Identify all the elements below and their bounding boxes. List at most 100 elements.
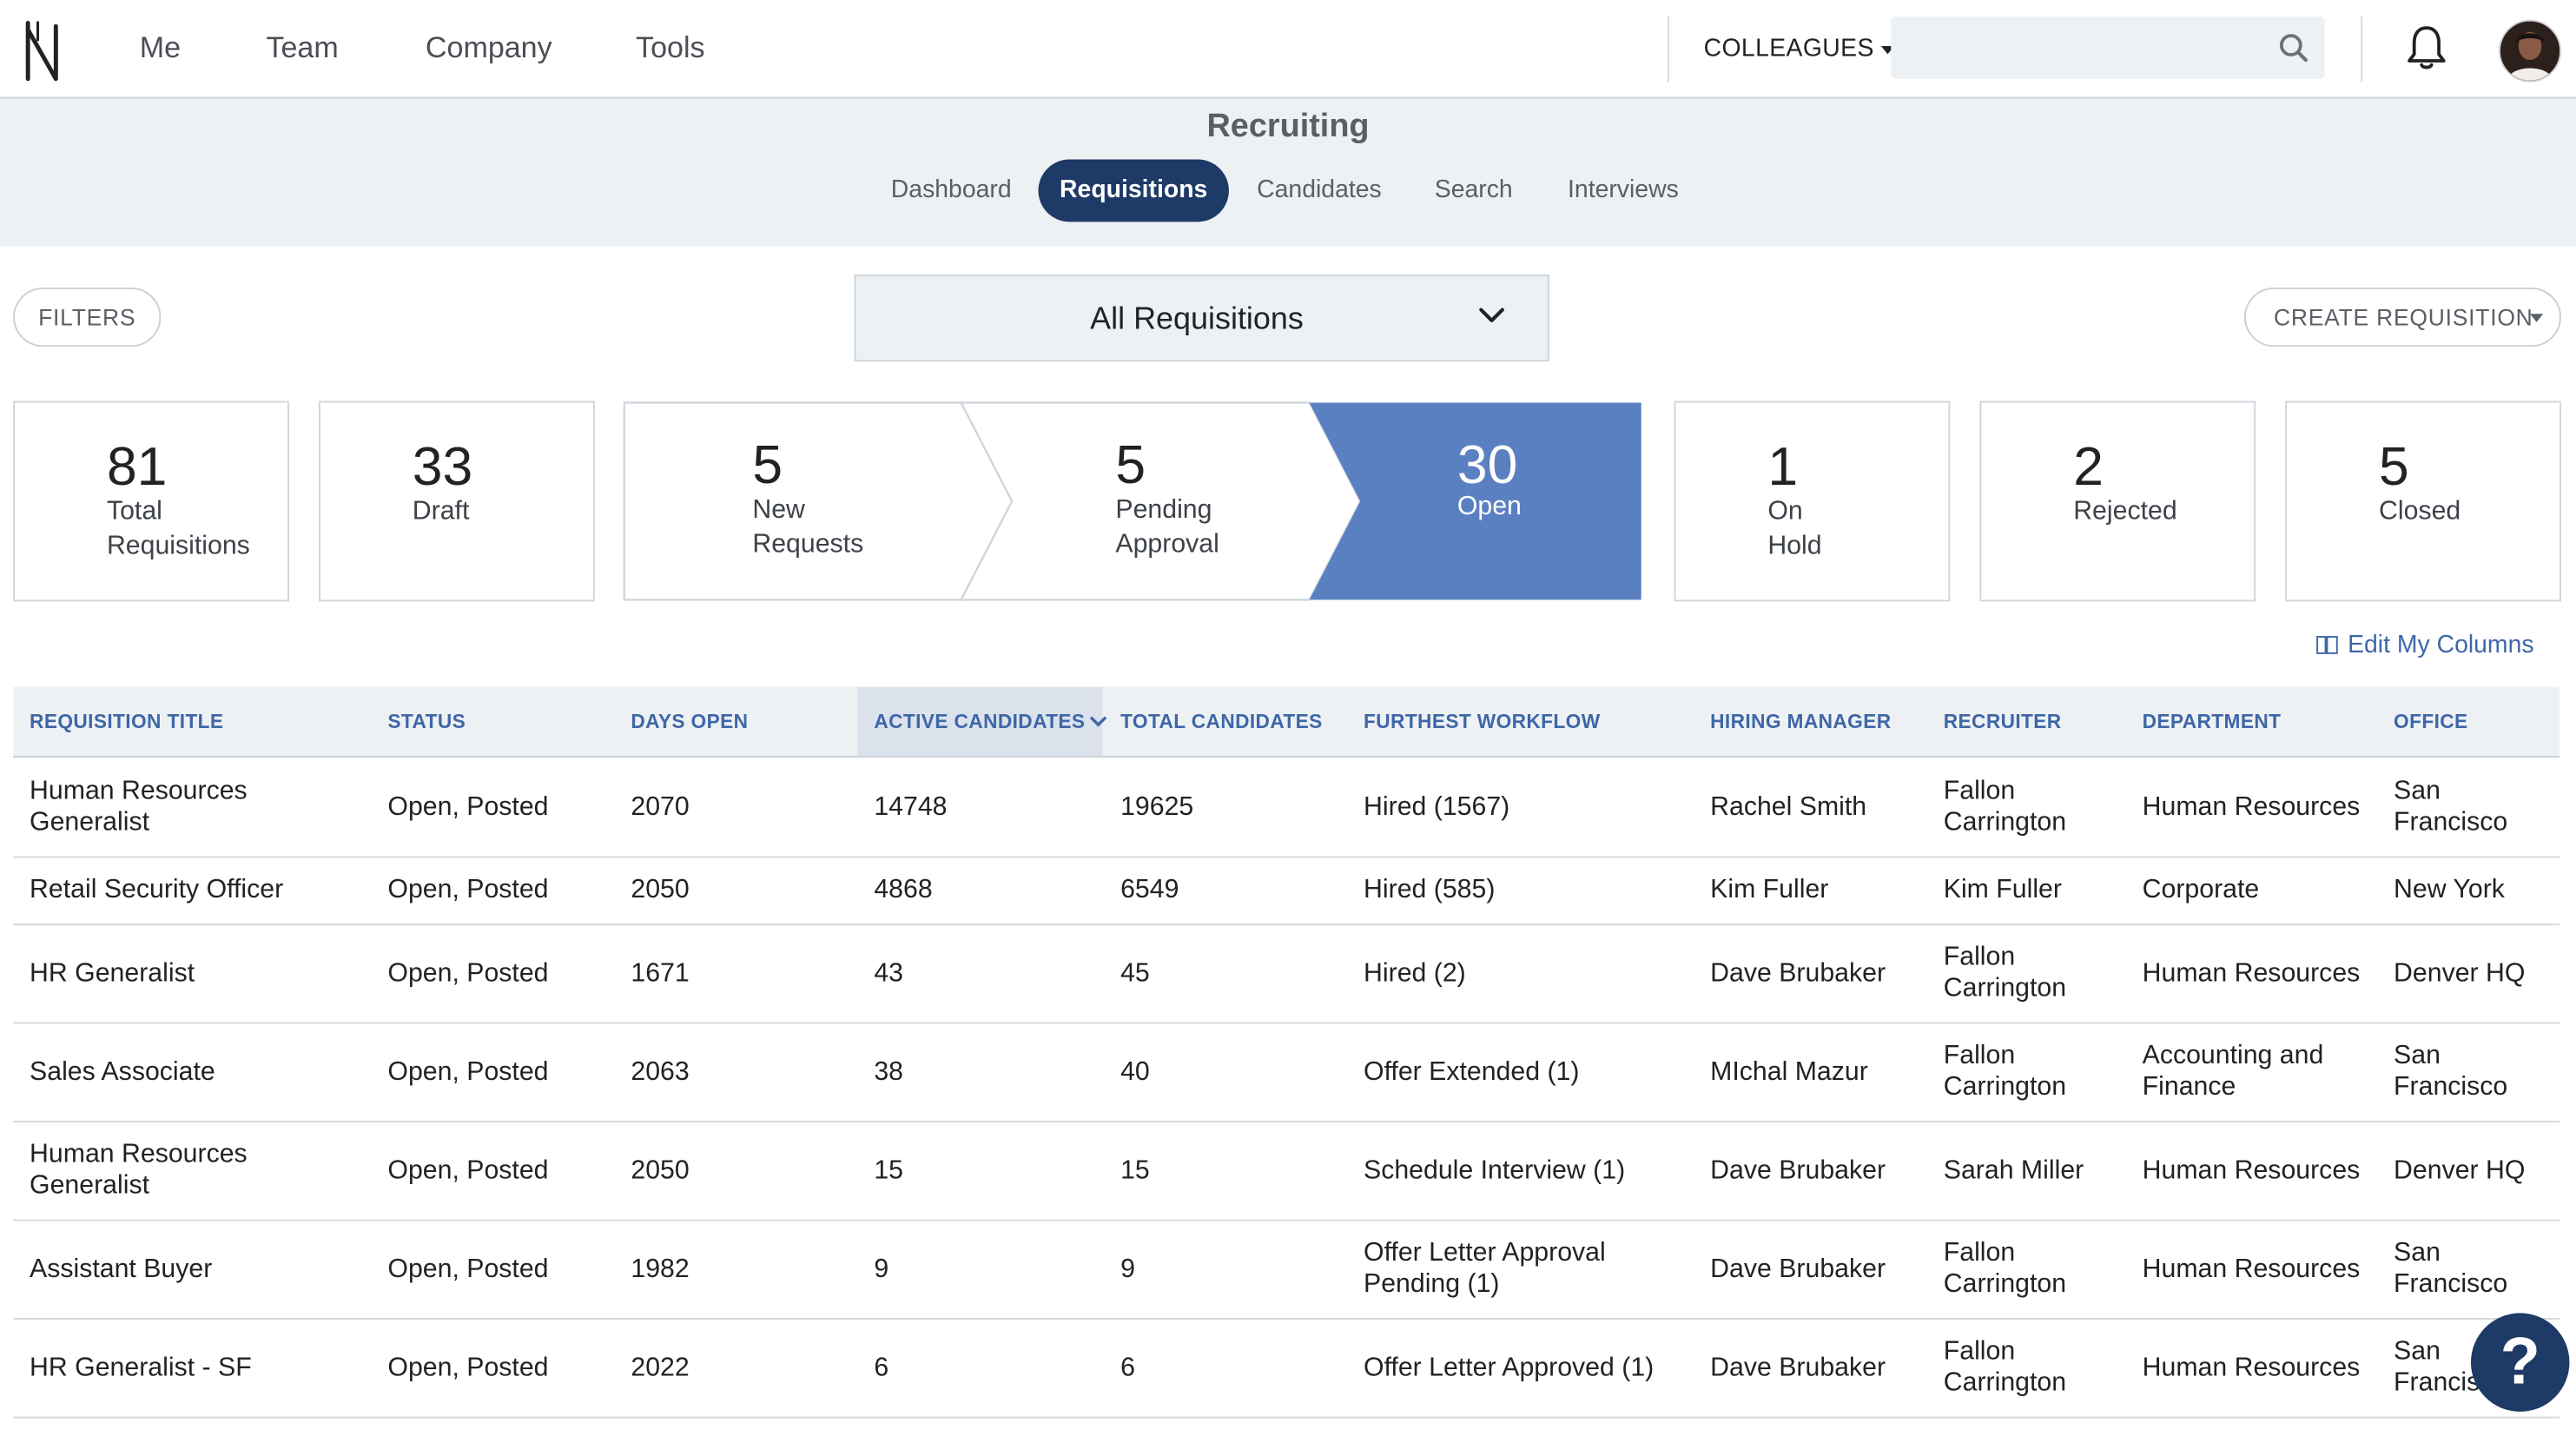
cell-days-open: 1982 bbox=[631, 1255, 690, 1283]
column-header-days-open[interactable]: DAYS OPEN bbox=[631, 710, 748, 732]
column-header-recruiter[interactable]: RECRUITER bbox=[1944, 710, 2062, 732]
cell-days-open: 2050 bbox=[631, 1155, 690, 1184]
nav-team[interactable]: Team bbox=[266, 31, 338, 66]
cell-title: Sales Associate bbox=[30, 1057, 215, 1086]
requisition-filter-select[interactable]: All Requisitions bbox=[854, 274, 1549, 362]
table-row[interactable]: Retail Security Officer Open, Posted 2050 4… bbox=[13, 857, 2560, 925]
cell-title: HR Generalist - SF bbox=[30, 1353, 252, 1381]
cell-status: Open, Posted bbox=[387, 1057, 549, 1086]
cell-total-candidates: 6549 bbox=[1120, 876, 1179, 904]
stat-label: New Requests bbox=[752, 496, 864, 559]
cell-status: Open, Posted bbox=[387, 958, 549, 987]
colleagues-dropdown[interactable]: COLLEAGUES bbox=[1704, 35, 1894, 63]
cell-department: Human Resources bbox=[2142, 1155, 2361, 1184]
stat-draft[interactable]: 33 Draft bbox=[318, 401, 595, 602]
cell-active-candidates: 14748 bbox=[874, 792, 948, 821]
app-logo-icon[interactable] bbox=[23, 20, 62, 83]
cell-title: Retail Security Officer bbox=[30, 876, 284, 904]
stat-on-hold[interactable]: 1 On Hold bbox=[1674, 401, 1951, 602]
cell-days-open: 2063 bbox=[631, 1057, 690, 1086]
cell-days-open: 1671 bbox=[631, 958, 690, 987]
stat-count: 5 bbox=[2379, 435, 2409, 497]
table-row[interactable]: Human Resources Generalist Open, Posted 207… bbox=[13, 758, 2560, 858]
stat-count: 30 bbox=[1456, 434, 1518, 495]
cell-furthest-workflow: Hired (1567) bbox=[1364, 792, 1510, 821]
cell-furthest-workflow: Schedule Interview (1) bbox=[1364, 1155, 1626, 1184]
divider bbox=[2361, 16, 2363, 83]
filters-button[interactable]: FILTERS bbox=[13, 288, 162, 348]
column-header-active-candidates[interactable]: ACTIVE CANDIDATES bbox=[874, 710, 1106, 733]
cell-department: Human Resources bbox=[2142, 958, 2361, 987]
cell-department: Corporate bbox=[2142, 876, 2260, 904]
tab-search[interactable]: Search bbox=[1419, 159, 1528, 222]
cell-active-candidates: 38 bbox=[874, 1057, 903, 1086]
divider bbox=[1667, 16, 1669, 83]
cell-furthest-workflow: Offer Extended (1) bbox=[1364, 1057, 1580, 1086]
cell-hiring-manager: Dave Brubaker bbox=[1710, 1155, 1886, 1184]
tab-interviews[interactable]: Interviews bbox=[1551, 159, 1695, 222]
tab-requisitions[interactable]: Requisitions bbox=[1038, 159, 1229, 222]
cell-status: Open, Posted bbox=[387, 792, 549, 821]
cell-days-open: 2070 bbox=[631, 792, 690, 821]
cell-office: Denver HQ bbox=[2394, 1155, 2526, 1184]
table-row[interactable]: Human Resources Generalist Open, Posted 205… bbox=[13, 1121, 2560, 1221]
column-header-hiring-manager[interactable]: HIRING MANAGER bbox=[1710, 710, 1891, 732]
stat-count: 2 bbox=[2073, 435, 2104, 497]
edit-columns-link[interactable]: Edit My Columns bbox=[2316, 631, 2534, 659]
table-header: REQUISITION TITLE STATUS DAYS OPEN ACTIV… bbox=[13, 686, 2560, 758]
nav-tools[interactable]: Tools bbox=[636, 31, 705, 66]
column-header-total-candidates[interactable]: TOTAL CANDIDATES bbox=[1120, 710, 1323, 732]
column-header-status[interactable]: STATUS bbox=[387, 710, 466, 732]
stat-rejected[interactable]: 2 Rejected bbox=[1979, 401, 2256, 602]
requisition-filter-value: All Requisitions bbox=[1090, 302, 1304, 337]
cell-active-candidates: 4868 bbox=[874, 876, 933, 904]
cell-active-candidates: 43 bbox=[874, 958, 903, 987]
user-avatar[interactable] bbox=[2499, 19, 2562, 83]
cell-hiring-manager: Rachel Smith bbox=[1710, 792, 1867, 821]
column-header-office[interactable]: OFFICE bbox=[2394, 710, 2468, 732]
colleagues-label: COLLEAGUES bbox=[1703, 34, 1874, 63]
top-navigation: Me Team Company Tools COLLEAGUES bbox=[0, 0, 2576, 99]
cell-total-candidates: 6 bbox=[1120, 1353, 1135, 1381]
create-requisition-button[interactable]: CREATE REQUISITION bbox=[2243, 288, 2562, 348]
table-row[interactable]: HR Generalist Open, Posted 1671 43 45 Hired (… bbox=[13, 924, 2560, 1024]
table-row[interactable]: Sales Associate Open, Posted 2063 38 40 Offer… bbox=[13, 1023, 2560, 1122]
stat-label: Closed bbox=[2379, 498, 2461, 526]
column-header-title[interactable]: REQUISITION TITLE bbox=[30, 710, 223, 732]
stat-count: 1 bbox=[1767, 435, 1799, 497]
tab-dashboard[interactable]: Dashboard bbox=[874, 159, 1028, 222]
stat-label: On Hold bbox=[1767, 498, 1822, 561]
table-row[interactable]: Assistant Buyer Open, Posted 1982 9 9 Offer L… bbox=[13, 1220, 2560, 1320]
cell-title: Human Resources Generalist bbox=[30, 1140, 248, 1200]
cell-hiring-manager: Kim Fuller bbox=[1710, 876, 1829, 904]
search-input[interactable] bbox=[1891, 16, 2325, 79]
cell-recruiter: Fallon Carrington bbox=[1943, 1042, 2067, 1102]
cell-title: Human Resources Generalist bbox=[30, 777, 248, 837]
caret-down-icon bbox=[2530, 314, 2544, 322]
cell-title: HR Generalist bbox=[30, 958, 195, 987]
nav-me[interactable]: Me bbox=[140, 31, 181, 66]
cell-active-candidates: 9 bbox=[874, 1255, 889, 1283]
cell-hiring-manager: Dave Brubaker bbox=[1710, 1255, 1886, 1283]
column-header-furthest-workflow[interactable]: FURTHEST WORKFLOW bbox=[1364, 710, 1600, 732]
table-row[interactable]: HR Generalist - SF Open, Posted 2022 6 6 Offe… bbox=[13, 1318, 2560, 1419]
search-icon[interactable] bbox=[2279, 33, 2308, 63]
stat-closed[interactable]: 5 Closed bbox=[2285, 401, 2562, 602]
cell-furthest-workflow: Offer Letter Approval Pending (1) bbox=[1364, 1239, 1606, 1299]
cell-office: San Francisco bbox=[2394, 777, 2508, 837]
app-root: Me Team Company Tools COLLEAGUES Recruit… bbox=[0, 0, 2576, 1430]
stat-label: Total Requisitions bbox=[106, 498, 250, 561]
stat-total-requisitions[interactable]: 81 Total Requisitions bbox=[13, 401, 289, 602]
column-header-department[interactable]: DEPARTMENT bbox=[2143, 710, 2282, 732]
tab-candidates[interactable]: Candidates bbox=[1238, 159, 1399, 222]
nav-company[interactable]: Company bbox=[426, 31, 552, 66]
help-button[interactable]: ? bbox=[2470, 1313, 2570, 1412]
cell-department: Human Resources bbox=[2142, 1353, 2361, 1381]
page-title: Recruiting bbox=[1206, 108, 1370, 145]
cell-furthest-workflow: Hired (2) bbox=[1364, 958, 1466, 987]
cell-furthest-workflow: Offer Letter Approved (1) bbox=[1364, 1353, 1655, 1381]
notifications-bell-icon[interactable] bbox=[2403, 23, 2449, 72]
cell-days-open: 2022 bbox=[631, 1353, 690, 1381]
cell-recruiter: Fallon Carrington bbox=[1943, 1239, 2067, 1299]
cell-hiring-manager: Dave Brubaker bbox=[1710, 958, 1886, 987]
